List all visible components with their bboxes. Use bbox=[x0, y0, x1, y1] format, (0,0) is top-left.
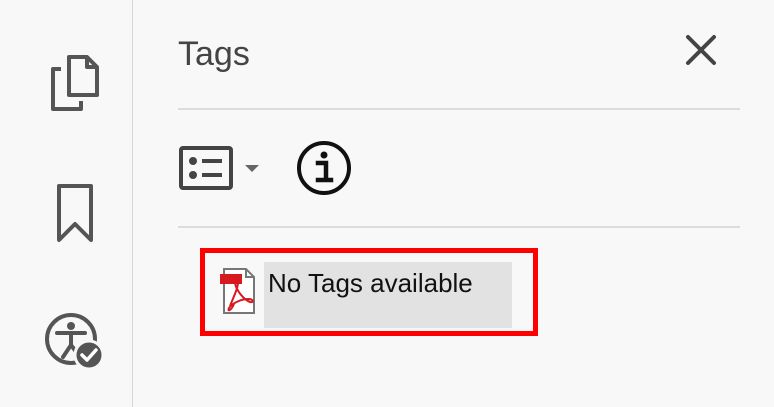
tag-options-button[interactable] bbox=[178, 145, 268, 196]
tag-tree-root[interactable]: No Tags available bbox=[218, 262, 512, 328]
close-panel-button[interactable] bbox=[679, 30, 723, 74]
close-icon bbox=[684, 33, 718, 72]
pages-icon bbox=[49, 53, 101, 118]
accessibility-check-icon bbox=[43, 309, 107, 378]
accessibility-check-button[interactable] bbox=[40, 308, 110, 378]
left-navigation-rail bbox=[0, 0, 133, 407]
pdf-file-icon bbox=[218, 266, 258, 316]
bookmarks-panel-button[interactable] bbox=[40, 180, 110, 250]
app-window: Tags No Tags available bbox=[0, 0, 774, 407]
pages-panel-button[interactable] bbox=[40, 50, 110, 120]
chevron-down-icon bbox=[244, 161, 260, 179]
tag-info-button[interactable] bbox=[294, 140, 354, 200]
tag-options-icon bbox=[178, 145, 234, 196]
tags-panel: Tags No Tags available bbox=[134, 0, 774, 407]
tag-root-label: No Tags available bbox=[268, 268, 473, 298]
info-icon bbox=[296, 140, 352, 201]
tag-root-label-container[interactable]: No Tags available bbox=[264, 262, 512, 328]
toolbar-divider bbox=[178, 226, 740, 228]
header-divider bbox=[178, 108, 740, 110]
panel-title: Tags bbox=[178, 35, 250, 73]
bookmark-icon bbox=[55, 182, 95, 249]
